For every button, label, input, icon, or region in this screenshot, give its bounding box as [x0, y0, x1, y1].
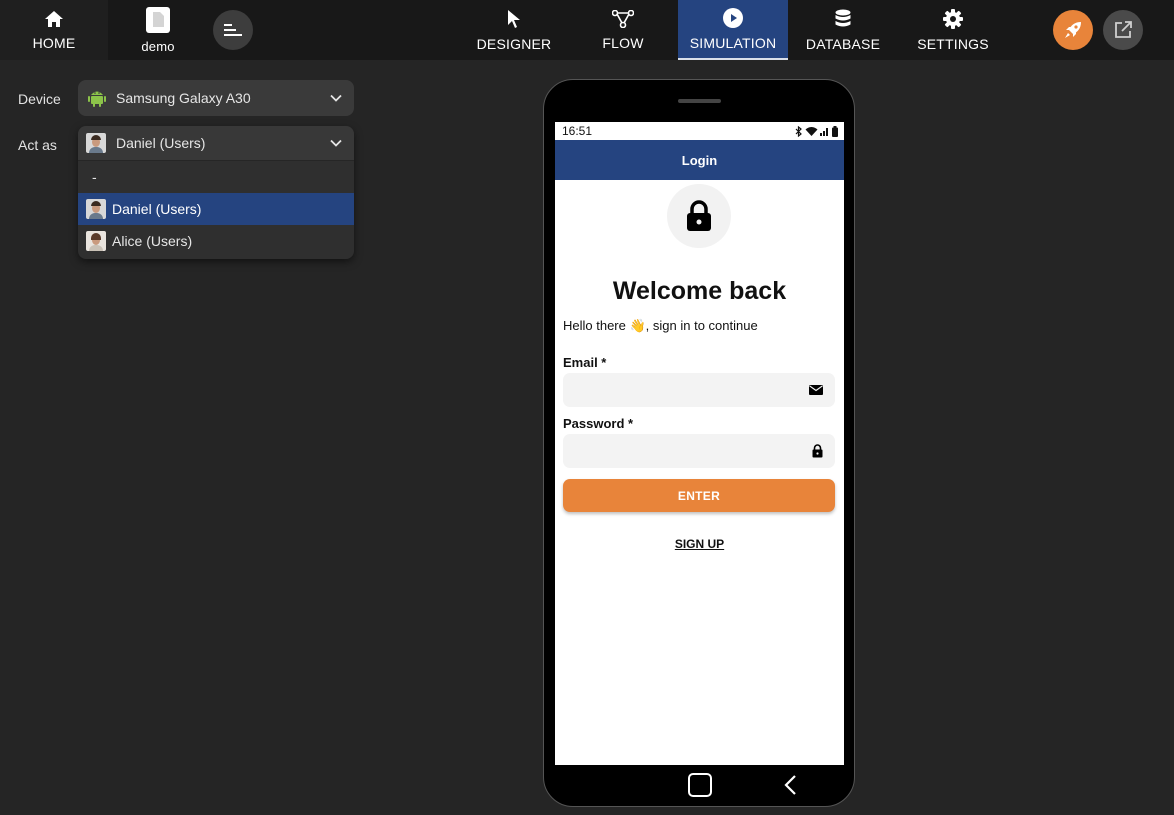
- act-as-select[interactable]: Daniel (Users): [78, 126, 354, 161]
- avatar: [86, 199, 106, 219]
- tab-label: DESIGNER: [476, 35, 552, 52]
- battery-icon: [832, 125, 838, 137]
- option-none[interactable]: -: [78, 161, 354, 193]
- tab-label: DATABASE: [805, 35, 881, 52]
- email-field[interactable]: [563, 373, 835, 407]
- enter-button[interactable]: ENTER: [563, 479, 835, 512]
- password-label: Password *: [563, 416, 634, 431]
- chevron-down-icon: [330, 94, 342, 102]
- option-daniel[interactable]: Daniel (Users): [78, 193, 354, 225]
- signal-icon: [820, 128, 828, 136]
- home-icon: [45, 10, 63, 27]
- project-label: demo: [141, 38, 175, 54]
- welcome-subtitle: Hello there 👋, sign in to continue: [563, 318, 758, 333]
- top-bar: HOME demo DESIGNER FLOW SIMULATION DATAB…: [0, 0, 1174, 60]
- device-select[interactable]: Samsung Galaxy A30: [78, 80, 354, 116]
- document-icon: [146, 6, 170, 33]
- menu-lines-icon: [224, 24, 242, 36]
- bluetooth-icon: [795, 125, 802, 137]
- home-button[interactable]: HOME: [0, 0, 108, 60]
- tab-simulation[interactable]: SIMULATION: [678, 0, 788, 60]
- tab-label: SETTINGS: [917, 35, 989, 52]
- tab-label: FLOW: [602, 34, 644, 51]
- option-alice[interactable]: Alice (Users): [78, 225, 354, 257]
- flow-icon: [612, 9, 634, 28]
- act-as-label: Act as: [18, 137, 57, 153]
- app-bar-title: Login: [681, 152, 718, 168]
- email-label: Email *: [563, 355, 607, 370]
- publish-button[interactable]: [1053, 10, 1093, 50]
- open-external-button[interactable]: [1103, 10, 1143, 50]
- device-label: Device: [18, 91, 61, 107]
- menu-button[interactable]: [213, 10, 253, 50]
- tab-label: SIMULATION: [689, 34, 777, 51]
- avatar: [86, 133, 106, 153]
- android-home-button[interactable]: [688, 773, 712, 797]
- tab-settings[interactable]: SETTINGS: [898, 0, 1008, 60]
- option-label: Alice (Users): [112, 233, 193, 249]
- lock-badge: [667, 184, 731, 248]
- wifi-icon: [805, 127, 818, 136]
- phone-speaker: [678, 99, 721, 103]
- lock-icon: [812, 444, 823, 458]
- lock-icon: [687, 200, 711, 231]
- act-as-value: Daniel (Users): [116, 135, 206, 151]
- option-label: Daniel (Users): [112, 201, 202, 217]
- play-icon: [723, 7, 743, 28]
- act-as-dropdown: Daniel (Users) - Daniel (Users) Alice (U…: [78, 126, 354, 259]
- app-bar: Login: [555, 140, 844, 180]
- chevron-down-icon: [330, 139, 342, 147]
- rocket-icon: [1065, 22, 1081, 38]
- status-time: 16:51: [562, 124, 593, 138]
- welcome-heading: Welcome back: [612, 277, 787, 305]
- project-button[interactable]: demo: [108, 0, 208, 60]
- phone-screen: 16:51 Login Welcome back Hello there 👋, …: [555, 122, 844, 765]
- android-back-icon[interactable]: [780, 774, 802, 796]
- sign-up-link[interactable]: SIGN UP: [555, 537, 844, 551]
- android-icon: [88, 91, 106, 107]
- avatar: [86, 231, 106, 251]
- tab-flow[interactable]: FLOW: [570, 0, 676, 60]
- device-value: Samsung Galaxy A30: [116, 90, 251, 106]
- status-bar: 16:51: [555, 122, 844, 140]
- mail-icon: [809, 385, 823, 395]
- password-field[interactable]: [563, 434, 835, 468]
- cursor-icon: [508, 9, 520, 28]
- tab-database[interactable]: DATABASE: [790, 0, 896, 60]
- home-label: HOME: [32, 34, 76, 51]
- phone-frame: 16:51 Login Welcome back Hello there 👋, …: [543, 79, 855, 807]
- database-icon: [835, 9, 851, 26]
- external-link-icon: [1115, 21, 1132, 38]
- gear-icon: [943, 8, 963, 29]
- tab-designer[interactable]: DESIGNER: [460, 0, 568, 60]
- option-label: -: [92, 169, 97, 185]
